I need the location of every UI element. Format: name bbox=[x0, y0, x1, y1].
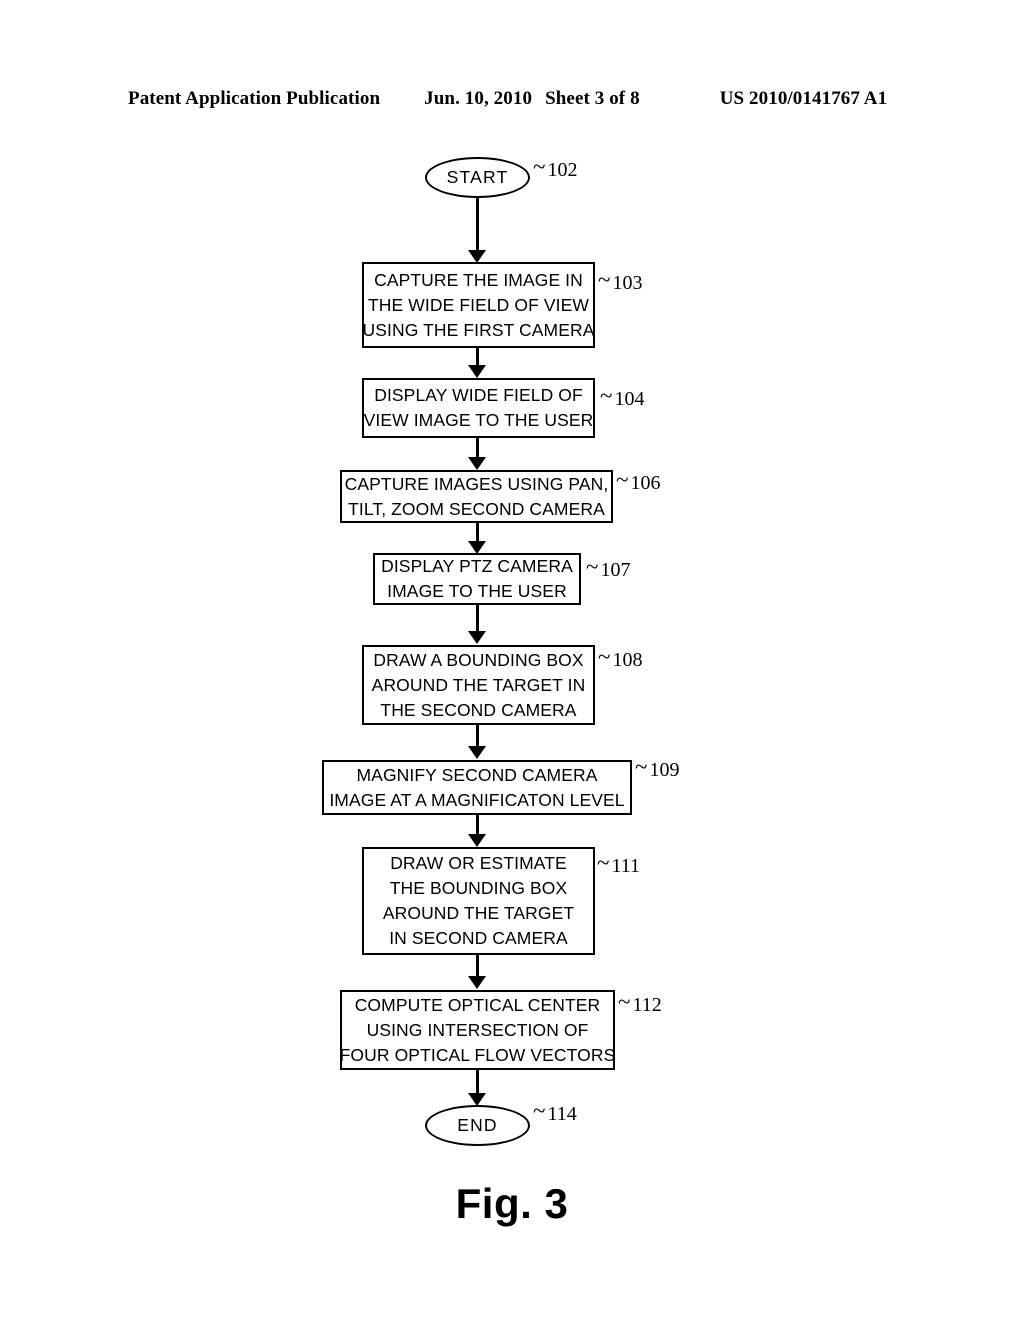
flow-node-step-107: DISPLAY PTZ CAMERA IMAGE TO THE USER bbox=[373, 553, 581, 605]
flow-node-step-103-line-2: THE WIDE FIELD OF VIEW bbox=[368, 294, 589, 315]
ref-tilde-icon: ~ bbox=[586, 554, 599, 579]
flow-node-step-111-line-2: THE BOUNDING BOX bbox=[389, 878, 568, 898]
ref-tilde-icon: ~ bbox=[616, 467, 629, 492]
ref-numeral-108: ~ 108 bbox=[598, 644, 643, 673]
arrowhead-108 bbox=[468, 631, 486, 644]
connector-111-112 bbox=[476, 955, 479, 977]
flow-node-start: START bbox=[425, 157, 530, 198]
ref-numeral-108-value: 108 bbox=[612, 648, 643, 671]
flow-node-step-103-line-3: USING THE FIRST CAMERA bbox=[362, 319, 595, 340]
ref-numeral-102-value: 102 bbox=[547, 158, 578, 181]
ref-numeral-107-value: 107 bbox=[600, 558, 631, 581]
flow-node-step-103-line-1: CAPTURE THE IMAGE IN bbox=[374, 269, 583, 290]
arrowhead-109 bbox=[468, 746, 486, 759]
ref-numeral-114: ~ 114 bbox=[533, 1098, 577, 1127]
flow-node-step-112: COMPUTE OPTICAL CENTER USING INTERSECTIO… bbox=[340, 990, 615, 1070]
flow-node-step-104-line-1: DISPLAY WIDE FIELD OF bbox=[374, 385, 583, 405]
flow-node-step-104-line-2: VIEW IMAGE TO THE USER bbox=[363, 410, 594, 430]
ref-numeral-106: ~ 106 bbox=[616, 467, 661, 496]
flow-node-step-112-line-2: USING INTERSECTION OF bbox=[366, 1019, 589, 1040]
ref-numeral-109: ~ 109 bbox=[635, 754, 680, 783]
arrowhead-112 bbox=[468, 976, 486, 989]
flow-node-step-112-line-3: FOUR OPTICAL FLOW VECTORS bbox=[339, 1044, 616, 1065]
connector-112-end bbox=[476, 1070, 479, 1094]
ref-numeral-107: ~ 107 bbox=[586, 554, 631, 583]
connector-103-104 bbox=[476, 348, 479, 366]
figure-caption: Fig. 3 bbox=[455, 1180, 569, 1227]
flowchart-diagram: START ~ 102 CAPTURE THE IMAGE IN THE WID… bbox=[0, 0, 1024, 1320]
ref-numeral-102: ~ 102 bbox=[533, 154, 578, 183]
ref-numeral-112: ~ 112 bbox=[618, 989, 662, 1018]
flow-node-step-111-line-4: IN SECOND CAMERA bbox=[389, 928, 568, 948]
ref-numeral-112-value: 112 bbox=[632, 993, 662, 1016]
flow-node-step-107-line-2: IMAGE TO THE USER bbox=[387, 581, 567, 601]
ref-tilde-icon: ~ bbox=[635, 754, 648, 779]
flow-node-start-label: START bbox=[446, 167, 509, 187]
flow-node-step-109: MAGNIFY SECOND CAMERA IMAGE AT A MAGNIFI… bbox=[322, 760, 632, 815]
connector-start-103 bbox=[476, 197, 479, 251]
ref-numeral-104-value: 104 bbox=[614, 387, 645, 410]
arrowhead-106 bbox=[468, 457, 486, 470]
ref-numeral-104: ~ 104 bbox=[600, 383, 645, 412]
ref-tilde-icon: ~ bbox=[598, 644, 611, 669]
ref-numeral-106-value: 106 bbox=[630, 471, 661, 494]
flow-node-end-label: END bbox=[457, 1115, 498, 1135]
connector-107-108 bbox=[476, 605, 479, 632]
ref-tilde-icon: ~ bbox=[533, 1098, 546, 1123]
ref-tilde-icon: ~ bbox=[597, 850, 610, 875]
flow-node-step-109-line-1: MAGNIFY SECOND CAMERA bbox=[356, 764, 598, 785]
arrowhead-111 bbox=[468, 834, 486, 847]
flow-node-step-107-line-1: DISPLAY PTZ CAMERA bbox=[381, 556, 573, 576]
flow-node-step-111-line-1: DRAW OR ESTIMATE bbox=[390, 853, 567, 873]
connector-109-111 bbox=[476, 815, 479, 835]
arrowhead-104 bbox=[468, 365, 486, 378]
flow-node-step-108: DRAW A BOUNDING BOX AROUND THE TARGET IN… bbox=[362, 645, 595, 725]
flow-node-step-108-line-2: AROUND THE TARGET IN bbox=[371, 674, 586, 695]
flow-node-step-104: DISPLAY WIDE FIELD OF VIEW IMAGE TO THE … bbox=[362, 378, 595, 438]
ref-numeral-103: ~ 103 bbox=[598, 267, 643, 296]
flow-node-step-112-line-1: COMPUTE OPTICAL CENTER bbox=[354, 994, 601, 1015]
flow-node-step-106: CAPTURE IMAGES USING PAN, TILT, ZOOM SEC… bbox=[340, 470, 613, 523]
connector-104-106 bbox=[476, 438, 479, 458]
ref-numeral-111: ~ 111 bbox=[597, 850, 640, 879]
ref-tilde-icon: ~ bbox=[618, 989, 631, 1014]
flow-node-step-108-line-1: DRAW A BOUNDING BOX bbox=[373, 649, 584, 670]
connector-108-109 bbox=[476, 725, 479, 747]
ref-tilde-icon: ~ bbox=[598, 267, 611, 292]
connector-106-107 bbox=[476, 523, 479, 542]
ref-numeral-103-value: 103 bbox=[612, 271, 643, 294]
flow-node-end: END bbox=[425, 1105, 530, 1146]
ref-numeral-109-value: 109 bbox=[649, 758, 680, 781]
ref-tilde-icon: ~ bbox=[533, 154, 546, 179]
flow-node-step-106-line-1: CAPTURE IMAGES USING PAN, bbox=[344, 473, 609, 494]
flow-node-step-109-line-2: IMAGE AT A MAGNIFICATON LEVEL bbox=[329, 789, 625, 810]
ref-tilde-icon: ~ bbox=[600, 383, 613, 408]
flow-node-step-103: CAPTURE THE IMAGE IN THE WIDE FIELD OF V… bbox=[362, 262, 595, 348]
ref-numeral-114-value: 114 bbox=[547, 1102, 577, 1125]
flow-node-step-106-line-2: TILT, ZOOM SECOND CAMERA bbox=[348, 498, 605, 519]
flow-node-step-111: DRAW OR ESTIMATE THE BOUNDING BOX AROUND… bbox=[362, 847, 595, 955]
flow-node-step-108-line-3: THE SECOND CAMERA bbox=[380, 699, 577, 720]
ref-numeral-111-value: 111 bbox=[611, 854, 640, 877]
flow-node-step-111-line-3: AROUND THE TARGET bbox=[382, 903, 575, 923]
